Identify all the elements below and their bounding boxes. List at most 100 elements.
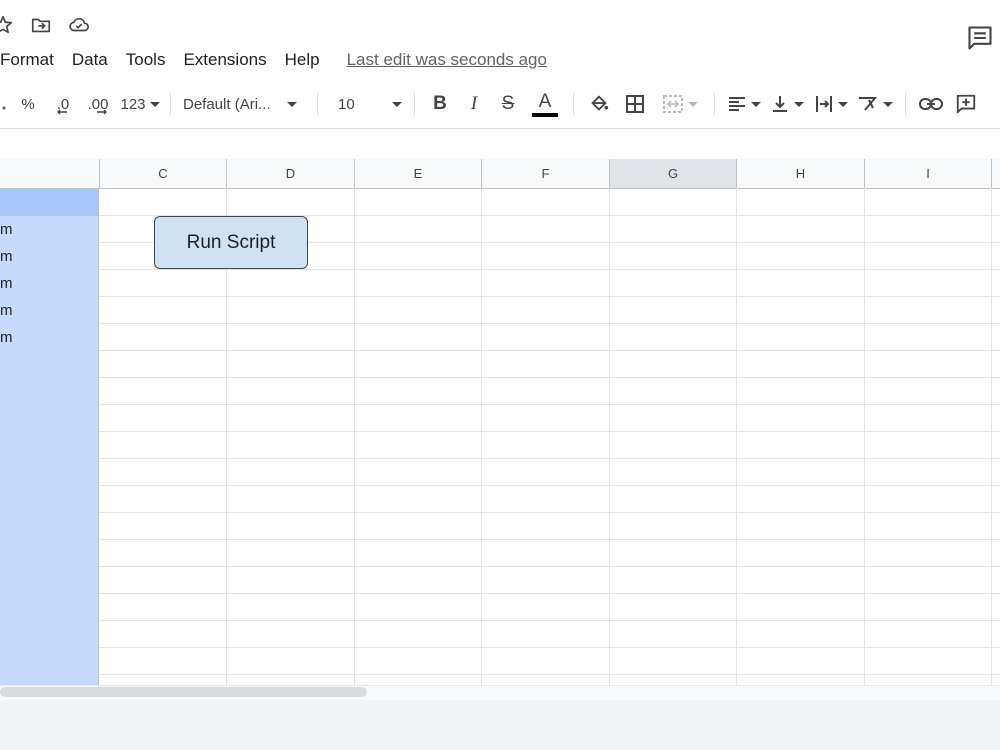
menu-bar: Format Data Tools Extensions Help Last e… [0,46,547,74]
menu-data[interactable]: Data [72,50,108,70]
column-header-e[interactable]: E [355,159,482,188]
toolbar-divider-line [0,128,1000,129]
table-row [0,621,1000,648]
column-header-f[interactable]: F [482,159,610,188]
fill-color-icon[interactable] [582,90,616,118]
menu-format[interactable]: Format [0,50,54,70]
text-color-label: A [538,90,552,112]
horizontal-scrollbar-thumb[interactable] [0,687,367,697]
chevron-down-icon [794,101,804,107]
table-row [0,513,1000,540]
table-row [0,189,1000,216]
table-row [0,486,1000,513]
number-format-dropdown[interactable]: 123 [118,90,162,118]
star-icon[interactable] [0,13,15,37]
column-header-j[interactable] [992,159,1000,188]
last-edit-link[interactable]: Last edit was seconds ago [347,50,547,70]
cell-b[interactable] [0,405,99,432]
italic-button[interactable]: I [457,90,491,118]
toolbar-partial-icon [0,90,8,118]
title-icons [0,10,105,40]
chevron-down-icon [392,101,402,107]
sheet-tabs-bar [0,700,1000,750]
column-header-g[interactable]: G [610,159,737,188]
menu-help[interactable]: Help [285,50,320,70]
column-header-i[interactable]: I [865,159,992,188]
column-header-c[interactable]: C [100,159,227,188]
cell-b[interactable] [0,432,99,459]
table-row [0,567,1000,594]
font-size-dropdown[interactable]: 10 [326,90,406,118]
bold-button[interactable]: B [423,90,457,118]
cell-b[interactable]: m [0,216,99,243]
cell-b[interactable] [0,621,99,648]
table-row [0,432,1000,459]
toolbar-divider [414,93,415,115]
cell-b[interactable] [0,351,99,378]
table-row [0,675,1000,685]
cell-b[interactable]: m [0,324,99,351]
strikethrough-button[interactable]: S [491,90,525,118]
column-header-h[interactable]: H [737,159,865,188]
chevron-down-icon [751,101,761,107]
cell-b[interactable] [0,594,99,621]
horizontal-align-icon[interactable] [723,90,765,118]
format-percent-button[interactable]: % [8,90,48,118]
toolbar-divider [714,93,715,115]
table-row [0,594,1000,621]
chevron-down-icon [883,101,893,107]
cell-b[interactable]: m [0,243,99,270]
table-row: m [0,216,1000,243]
font-family-dropdown[interactable]: Default (Ari... [179,90,309,118]
cell-b[interactable] [0,567,99,594]
vertical-align-icon[interactable] [765,90,809,118]
column-header-row: C D E F G H I [0,159,1000,189]
run-script-button[interactable]: Run Script [154,216,308,269]
gridline [736,188,737,685]
column-header-b[interactable] [0,159,100,188]
cell-b[interactable] [0,513,99,540]
cell-b[interactable] [0,459,99,486]
cell-b[interactable] [0,189,99,216]
cell-b[interactable]: m [0,270,99,297]
chevron-down-icon [688,101,698,107]
gridline [609,188,610,685]
text-wrapping-icon[interactable] [809,90,853,118]
menu-tools[interactable]: Tools [126,50,166,70]
table-row [0,459,1000,486]
move-to-folder-icon[interactable] [29,13,53,37]
borders-icon[interactable] [616,90,654,118]
table-row: m [0,297,1000,324]
gridline [354,188,355,685]
column-header-d[interactable]: D [227,159,355,188]
cell-b[interactable] [0,378,99,405]
toolbar-divider [170,93,171,115]
toolbar: % .0 .00 123 Default (Ari... 10 B I S A [0,86,1000,122]
toolbar-divider [905,93,906,115]
cell-b[interactable] [0,486,99,513]
text-rotation-icon[interactable] [853,90,897,118]
insert-link-icon[interactable] [914,90,948,118]
insert-comment-icon[interactable] [948,90,984,118]
table-row: m [0,270,1000,297]
decrease-decimal-button[interactable]: .0 [48,90,78,118]
chevron-down-icon [149,101,160,107]
gridline [864,188,865,685]
text-color-swatch [532,112,558,117]
cell-b[interactable] [0,648,99,675]
table-row: m [0,324,1000,351]
comments-icon[interactable] [964,22,996,54]
cloud-saved-icon[interactable] [67,13,91,37]
text-color-button[interactable]: A [525,90,565,118]
menu-extensions[interactable]: Extensions [183,50,266,70]
cell-b[interactable] [0,675,99,685]
cell-b[interactable]: m [0,297,99,324]
chevron-down-icon [287,101,297,107]
cell-b[interactable] [0,540,99,567]
font-size-label: 10 [338,95,355,113]
merge-cells-icon[interactable] [654,90,706,118]
table-row [0,648,1000,675]
table-row [0,378,1000,405]
increase-decimal-button[interactable]: .00 [78,90,118,118]
table-row [0,351,1000,378]
